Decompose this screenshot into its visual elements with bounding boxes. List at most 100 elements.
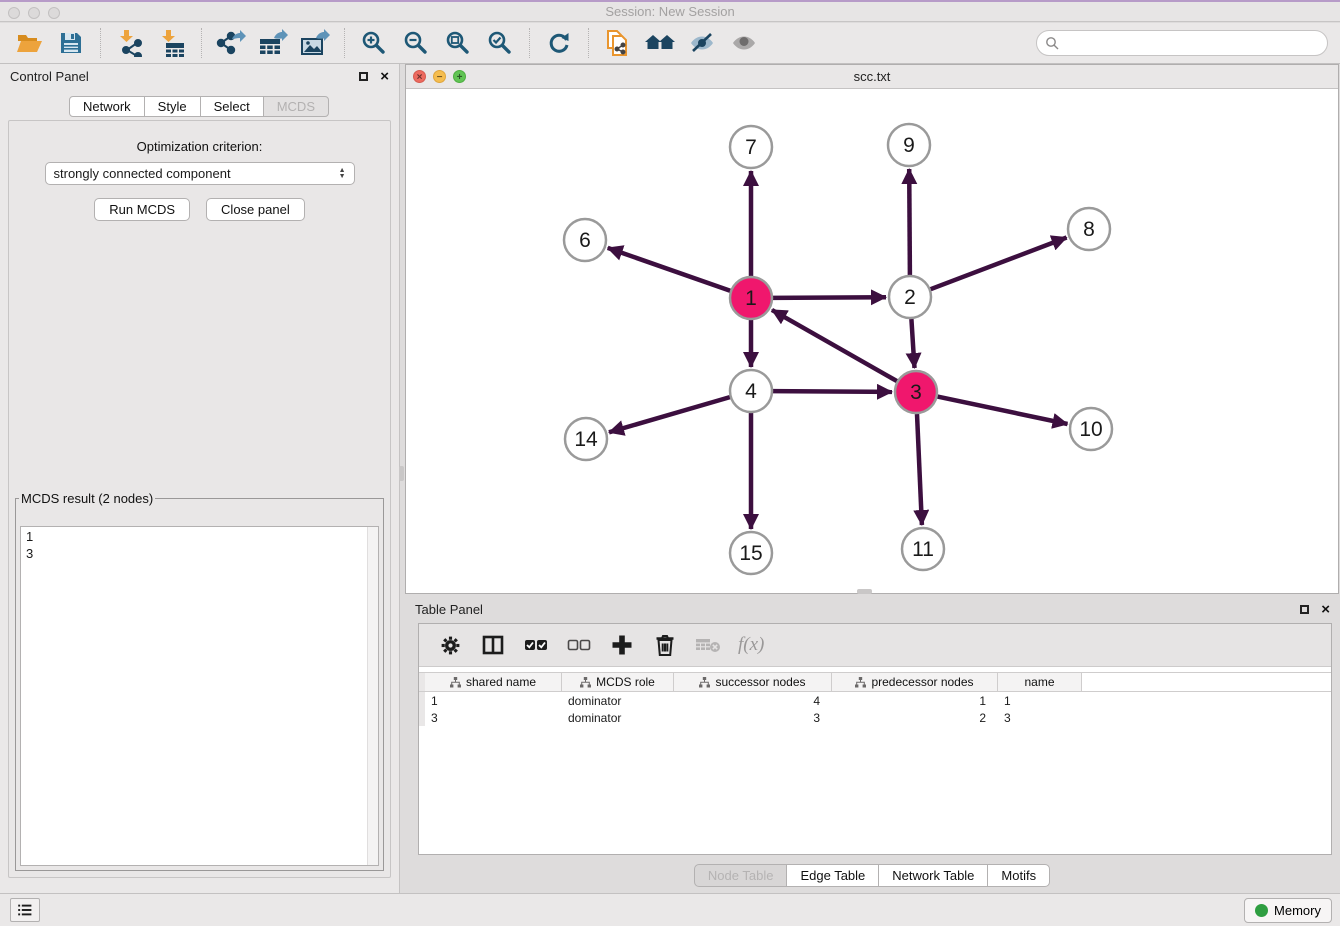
- close-panel-icon[interactable]: ×: [1321, 602, 1330, 617]
- graph-edge-3-11[interactable]: [917, 414, 922, 525]
- delete-columns-button[interactable]: [652, 632, 678, 658]
- cell-successor-nodes[interactable]: 3: [674, 709, 832, 726]
- graph-node-label: 3: [910, 381, 922, 404]
- save-session-button[interactable]: [55, 27, 87, 59]
- graph-edge-1-6[interactable]: [608, 248, 731, 291]
- open-session-button[interactable]: [13, 27, 45, 59]
- column-header-shared-name[interactable]: shared name: [425, 673, 562, 691]
- optimization-criterion-label: Optimization criterion:: [9, 139, 390, 154]
- cell-shared-name[interactable]: 1: [425, 692, 562, 709]
- cell-name[interactable]: 3: [998, 709, 1082, 726]
- toolbar-separator: [529, 28, 530, 58]
- column-header-name[interactable]: name: [998, 673, 1082, 691]
- tab-mcds[interactable]: MCDS: [263, 96, 329, 117]
- table-panel-header: Table Panel ×: [405, 597, 1340, 621]
- export-image-button[interactable]: [299, 27, 331, 59]
- float-panel-icon[interactable]: [359, 72, 368, 81]
- show-column-panel-button[interactable]: [480, 632, 506, 658]
- graph-edge-3-10[interactable]: [938, 397, 1068, 424]
- import-network-button[interactable]: [114, 27, 146, 59]
- houses-button[interactable]: [644, 27, 676, 59]
- function-builder-button: f(x): [738, 632, 764, 658]
- export-network-button[interactable]: [215, 27, 247, 59]
- hierarchy-icon: [450, 677, 461, 688]
- export-table-button[interactable]: [257, 27, 289, 59]
- graph-edge-4-3[interactable]: [773, 391, 892, 392]
- memory-button[interactable]: Memory: [1244, 898, 1332, 923]
- table-panel: Table Panel ×: [405, 597, 1340, 893]
- cell-name[interactable]: 1: [998, 692, 1082, 709]
- app-title: Session: New Session: [0, 4, 1340, 19]
- graph-node-label: 11: [912, 538, 934, 561]
- network-graph: 7968124314101511: [406, 89, 1338, 593]
- cell-mcds-role[interactable]: dominator: [562, 709, 674, 726]
- mcds-result-text[interactable]: 1 3: [20, 526, 379, 866]
- tab-style[interactable]: Style: [144, 96, 201, 117]
- cell-predecessor-nodes[interactable]: 2: [832, 709, 998, 726]
- zoom-selected-button[interactable]: [484, 27, 516, 59]
- toolbar-separator: [100, 28, 101, 58]
- export-table-icon: [258, 29, 288, 57]
- network-window-titlebar[interactable]: × − + scc.txt: [406, 65, 1338, 89]
- column-header-successor-nodes[interactable]: successor nodes: [674, 673, 832, 691]
- show-all-button[interactable]: [728, 27, 760, 59]
- run-mcds-button[interactable]: Run MCDS: [94, 198, 190, 221]
- tab-edge-table[interactable]: Edge Table: [786, 864, 879, 887]
- column-header-mcds-role[interactable]: MCDS role: [562, 673, 674, 691]
- result-scrollbar[interactable]: [367, 527, 378, 865]
- zoom-fit-icon: [445, 30, 471, 56]
- hierarchy-icon: [580, 677, 591, 688]
- tab-motifs[interactable]: Motifs: [987, 864, 1050, 887]
- close-panel-icon[interactable]: ×: [380, 69, 389, 84]
- tab-select[interactable]: Select: [200, 96, 264, 117]
- import-network-icon: [116, 29, 144, 57]
- cell-shared-name[interactable]: 3: [425, 709, 562, 726]
- cell-mcds-role[interactable]: dominator: [562, 692, 674, 709]
- zoom-fit-button[interactable]: [442, 27, 474, 59]
- hierarchy-icon: [855, 677, 866, 688]
- graph-edge-1-2[interactable]: [773, 297, 886, 298]
- mcds-panel: Optimization criterion: strongly connect…: [8, 120, 391, 878]
- graph-edge-2-8[interactable]: [931, 238, 1067, 290]
- graph-edge-3-1[interactable]: [772, 310, 897, 381]
- cell-filler: [1082, 709, 1331, 726]
- graph-node-label: 1: [745, 287, 757, 310]
- clone-network-button[interactable]: [602, 27, 634, 59]
- mcds-result-group: MCDS result (2 nodes) 1 3: [15, 491, 384, 871]
- tab-network[interactable]: Network: [69, 96, 145, 117]
- cell-predecessor-nodes[interactable]: 1: [832, 692, 998, 709]
- graph-edge-2-3[interactable]: [911, 319, 914, 368]
- create-column-button[interactable]: [609, 632, 635, 658]
- float-panel-icon[interactable]: [1300, 605, 1309, 614]
- network-view-window: × − + scc.txt 7968124314101511: [405, 64, 1339, 594]
- criterion-select[interactable]: strongly connected component ▲▼: [45, 162, 355, 185]
- table-options-button[interactable]: [437, 632, 463, 658]
- tab-node-table[interactable]: Node Table: [694, 864, 788, 887]
- clear-selection-button[interactable]: [566, 632, 592, 658]
- zoom-out-button[interactable]: [400, 27, 432, 59]
- select-all-button[interactable]: [523, 632, 549, 658]
- header-filler: [1082, 673, 1331, 691]
- splitter-handle[interactable]: [857, 589, 872, 594]
- column-header-predecessor-nodes[interactable]: predecessor nodes: [832, 673, 998, 691]
- search-box[interactable]: [1036, 30, 1328, 56]
- cell-successor-nodes[interactable]: 4: [674, 692, 832, 709]
- close-panel-button[interactable]: Close panel: [206, 198, 305, 221]
- table-row[interactable]: 3 dominator 3 2 3: [419, 709, 1331, 726]
- refresh-button[interactable]: [543, 27, 575, 59]
- task-history-button[interactable]: [10, 898, 40, 922]
- memory-label: Memory: [1274, 903, 1321, 918]
- search-input[interactable]: [1059, 35, 1319, 52]
- network-canvas[interactable]: 7968124314101511: [406, 89, 1338, 593]
- column-label: MCDS role: [596, 675, 655, 689]
- graph-edge-4-14[interactable]: [609, 397, 730, 432]
- zoom-in-button[interactable]: [358, 27, 390, 59]
- hide-selected-button[interactable]: [686, 27, 718, 59]
- splitter-handle[interactable]: [399, 466, 404, 481]
- table-row[interactable]: 1 dominator 4 1 1: [419, 692, 1331, 709]
- node-table-header-row: shared name MCDS role successor nodes pr…: [419, 672, 1331, 692]
- search-icon: [1045, 36, 1059, 50]
- tab-network-table[interactable]: Network Table: [878, 864, 988, 887]
- graph-edge-2-9[interactable]: [909, 169, 910, 275]
- import-table-button[interactable]: [156, 27, 188, 59]
